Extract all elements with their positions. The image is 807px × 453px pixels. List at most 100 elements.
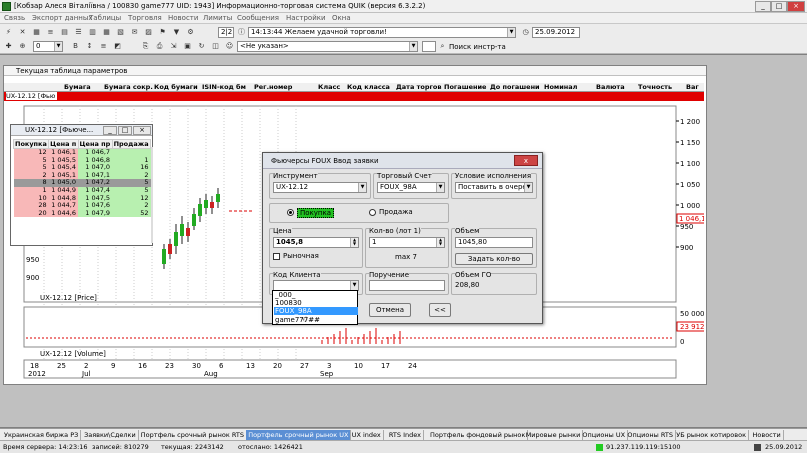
- tab-8[interactable]: Опционы UX: [580, 430, 629, 440]
- tab-7[interactable]: Мировые рынки: [524, 430, 584, 440]
- table-row[interactable]: 81 045,0 1 047,2 5: [13, 179, 151, 187]
- settings-icon[interactable]: ⚙: [185, 27, 196, 38]
- list-item[interactable]: 100830: [274, 299, 358, 307]
- menu-connection[interactable]: Связь: [4, 14, 25, 22]
- quotes-icon[interactable]: ≡: [45, 27, 56, 38]
- tab-9[interactable]: Опционы RTS: [625, 430, 676, 440]
- limits-icon[interactable]: ▨: [143, 27, 154, 38]
- menu-limits[interactable]: Лимиты: [203, 14, 232, 22]
- bold-icon[interactable]: B: [70, 41, 81, 52]
- table-row[interactable]: UX-12.12 [Фью: [4, 92, 704, 101]
- sell-label[interactable]: Продажа: [379, 208, 413, 216]
- col-header[interactable]: Ваг: [686, 83, 699, 91]
- tab-1[interactable]: Заявки\Сделки: [82, 430, 139, 440]
- grid-icon[interactable]: ▦: [101, 27, 112, 38]
- tab-10[interactable]: УБ рынок котировок: [674, 430, 750, 440]
- buy-label[interactable]: Покупка: [297, 208, 335, 218]
- dialog-close-button[interactable]: x: [514, 155, 538, 166]
- minimize-button[interactable]: _: [103, 126, 117, 135]
- market-label[interactable]: Рыночная: [283, 252, 319, 260]
- set-qty-button[interactable]: Задать кол-во: [455, 253, 533, 265]
- refresh-icon[interactable]: ↻: [196, 41, 207, 52]
- col-header[interactable]: Продажа: [111, 139, 152, 149]
- chart-icon[interactable]: ▤: [59, 27, 70, 38]
- chevron-down-icon[interactable]: ▼: [524, 183, 532, 192]
- search-label[interactable]: Поиск инстр-та: [449, 43, 506, 51]
- col-header[interactable]: ISIN-код бм: [202, 83, 246, 91]
- table-row[interactable]: 11 044,9 1 047,4 5: [13, 186, 151, 195]
- tab-4[interactable]: UX index: [350, 430, 384, 440]
- menu-messages[interactable]: Сообщения: [237, 14, 279, 22]
- col-header[interactable]: Бумага сокр.: [104, 83, 153, 91]
- price-input[interactable]: 1045,8 ▲ ▼: [273, 237, 359, 248]
- search-icon[interactable]: ⌕: [437, 41, 448, 52]
- alert-icon[interactable]: ⚑: [157, 27, 168, 38]
- table-row[interactable]: 51 045,4 1 047,0 16: [13, 164, 151, 172]
- window-icon[interactable]: ◫: [210, 41, 221, 52]
- table-row[interactable]: 20 1 044,6 1 047,9 52: [13, 209, 151, 218]
- chevron-down-icon[interactable]: ▼: [54, 42, 62, 51]
- export-icon[interactable]: ⇲: [168, 41, 179, 52]
- list-item-selected[interactable]: FOUX_98A: [274, 307, 358, 315]
- price-stepper[interactable]: ▲ ▼: [350, 238, 358, 247]
- table-row[interactable]: 12 1 046,1 1 046,7: [13, 148, 151, 157]
- col-header[interactable]: Код класса: [347, 83, 390, 91]
- table-row[interactable]: 10 1 044,8 1 047,5 12: [13, 194, 151, 203]
- tab-0[interactable]: Украинская биржа РЗ: [2, 430, 82, 440]
- table-row[interactable]: 21 045,1 1 047,1 2: [13, 171, 151, 180]
- filter-icon[interactable]: ▼: [171, 27, 182, 38]
- copy-icon[interactable]: ⎘: [140, 41, 151, 52]
- instrument-select[interactable]: UX-12.12 ▼: [273, 182, 367, 193]
- condition-select[interactable]: Поставить в очередь ▼: [455, 182, 533, 193]
- zoom-icon[interactable]: ⊕: [17, 41, 28, 52]
- menu-windows[interactable]: Окна: [332, 14, 351, 22]
- close-button[interactable]: ×: [133, 126, 151, 135]
- table-row[interactable]: 51 045,5 1 046,8 1: [13, 156, 151, 165]
- col-header[interactable]: Погашение: [444, 83, 486, 91]
- number-field[interactable]: 0 ▼: [33, 41, 63, 52]
- chevron-down-icon[interactable]: ▼: [436, 183, 444, 192]
- sell-radio[interactable]: [369, 209, 376, 216]
- chevron-down-icon[interactable]: ▼: [507, 28, 515, 37]
- user-icon[interactable]: ☺: [224, 41, 235, 52]
- account-select[interactable]: <Не указан> ▼: [237, 41, 418, 52]
- deals-icon[interactable]: ▥: [87, 27, 98, 38]
- qty-input[interactable]: 1 ▲ ▼: [369, 237, 445, 248]
- tab-3[interactable]: Портфель срочный рынок UX: [246, 430, 352, 440]
- toggle-extra-button[interactable]: <<: [429, 303, 451, 317]
- menu-trading[interactable]: Торговля: [128, 14, 162, 22]
- sort-icon[interactable]: ↕: [84, 41, 95, 52]
- menu-export[interactable]: Экспорт данных: [32, 14, 93, 22]
- align-icon[interactable]: ≡: [98, 41, 109, 52]
- col-header[interactable]: Рег.номер: [254, 83, 292, 91]
- cancel-button[interactable]: Отмена: [369, 303, 411, 317]
- chevron-down-icon[interactable]: ▼: [350, 281, 358, 290]
- chevron-down-icon[interactable]: ▼: [358, 183, 366, 192]
- orders-icon[interactable]: ☰: [73, 27, 84, 38]
- col-header[interactable]: Номинал: [544, 83, 577, 91]
- disconnect-icon[interactable]: ✕: [17, 27, 28, 38]
- maximize-button[interactable]: □: [771, 1, 787, 12]
- color-icon[interactable]: ◩: [112, 41, 123, 52]
- buy-radio[interactable]: [287, 209, 294, 216]
- market-checkbox[interactable]: [273, 253, 280, 260]
- chevron-down-icon[interactable]: ▼: [409, 42, 417, 51]
- menu-news[interactable]: Новости: [168, 14, 198, 22]
- col-header[interactable]: Точность: [638, 83, 672, 91]
- col-header[interactable]: Дата торгов: [396, 83, 441, 91]
- table-icon[interactable]: ▦: [31, 27, 42, 38]
- menu-tables[interactable]: Таблицы: [89, 14, 121, 22]
- tab-6[interactable]: Портфель фондовый рынок: [428, 430, 529, 440]
- chart-settings-icon[interactable]: ▣: [182, 41, 193, 52]
- table-row[interactable]: 28 1 044,7 1 047,6 2: [13, 202, 151, 210]
- qty-stepper[interactable]: ▲ ▼: [436, 238, 444, 247]
- assignment-input[interactable]: [369, 280, 445, 291]
- col-header[interactable]: Бумага: [64, 83, 91, 91]
- col-header[interactable]: Класс: [318, 83, 340, 91]
- small-field[interactable]: [422, 41, 436, 52]
- scrollbar[interactable]: [151, 147, 153, 243]
- minimize-button[interactable]: _: [755, 1, 771, 12]
- col-header[interactable]: До погашени: [490, 83, 540, 91]
- col-header[interactable]: Код бумаги: [154, 83, 198, 91]
- portfolio-icon[interactable]: ▧: [115, 27, 126, 38]
